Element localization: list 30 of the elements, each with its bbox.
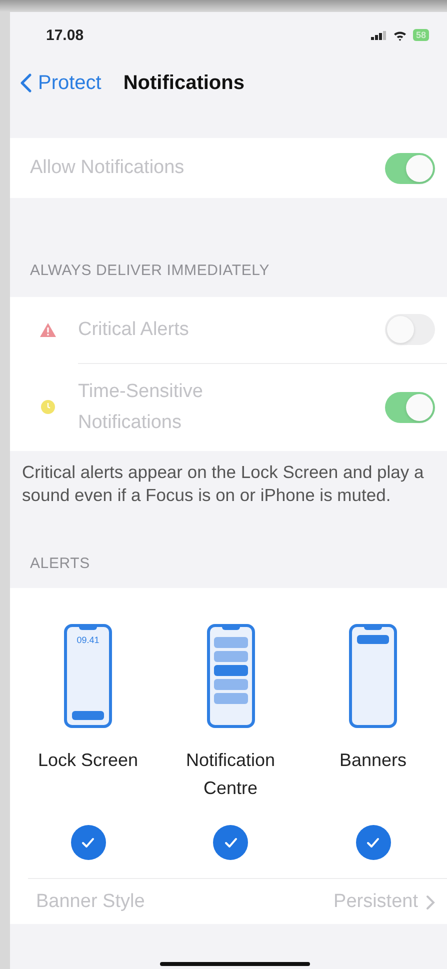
checkmark-icon[interactable]: [70, 825, 106, 860]
option-label: Lock Screen: [38, 749, 138, 772]
setting-label: Allow Notifications: [30, 157, 184, 179]
setting-label: Critical Alerts: [78, 318, 189, 342]
status-time: 17.08: [46, 26, 84, 44]
battery-icon: 58: [412, 29, 429, 41]
option-label: Banners: [339, 749, 407, 772]
setting-label: Time-Sensitive Notifications: [78, 380, 204, 435]
section-footer: Critical alerts appear on the Lock Screen and play a sound even if a Focus is on or iPhone is muted.: [10, 451, 447, 507]
back-button[interactable]: Protect: [20, 72, 102, 94]
phone-clock: 09.41: [76, 635, 100, 645]
banner-phone-icon[interactable]: [349, 624, 397, 728]
notification-banner: [72, 711, 104, 720]
notification-list-phone-icon[interactable]: [206, 624, 254, 728]
chevron-right-icon: [426, 894, 435, 910]
section-header: ALERTS: [29, 554, 91, 574]
page-title: Notifications: [123, 72, 244, 94]
notification-banner: [357, 635, 389, 644]
lock-screen-phone-icon[interactable]: 09.41: [64, 624, 112, 728]
signal-icon: [370, 30, 387, 40]
warning-icon: [40, 323, 56, 337]
checkmark-icon[interactable]: [213, 825, 248, 860]
chevron-left-icon: [20, 73, 32, 93]
option-label: Notification Centre: [184, 749, 276, 800]
checkmark-icon[interactable]: [356, 825, 390, 860]
back-label[interactable]: Protect: [38, 72, 102, 94]
section-header: ALWAYS DELIVER IMMEDIATELY: [29, 261, 271, 281]
wifi-icon: [392, 30, 407, 40]
setting-label: Banner Style: [36, 891, 145, 913]
clock-icon: [40, 399, 56, 415]
